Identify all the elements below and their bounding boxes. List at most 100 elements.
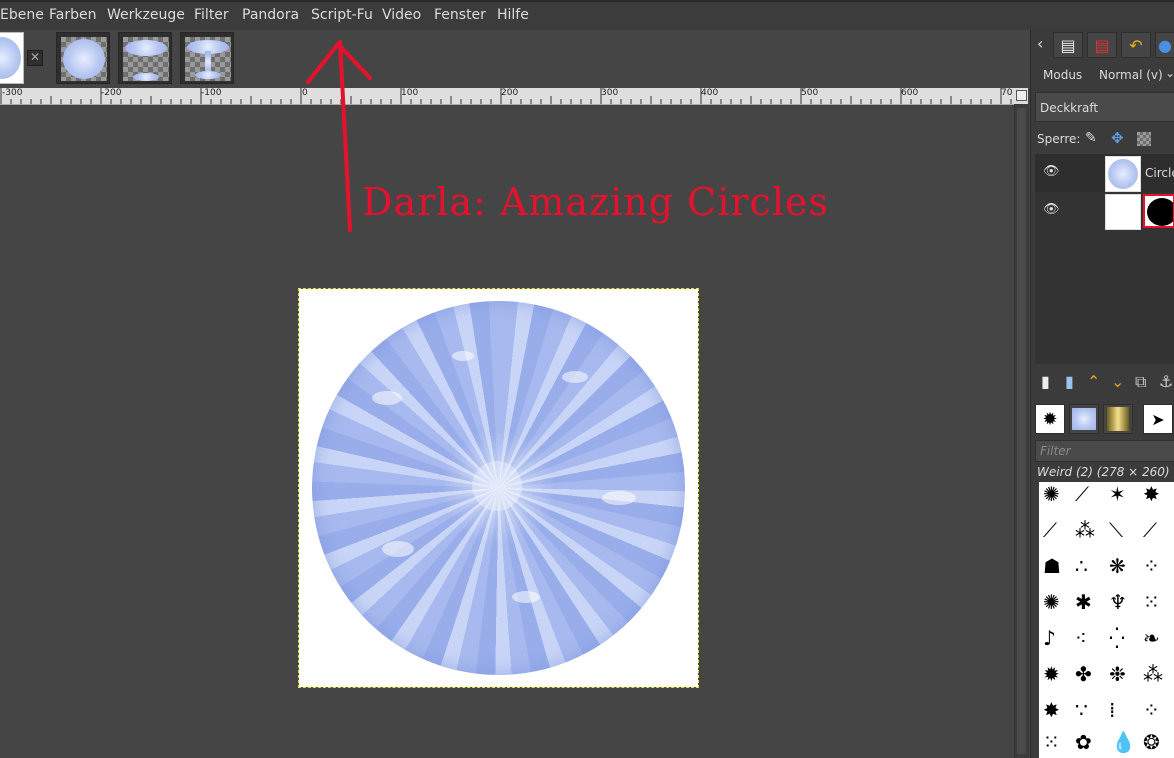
ruler-label: 100 (401, 88, 419, 98)
ruler-label: 600 (901, 88, 919, 98)
brush-item[interactable]: ✶ (1109, 482, 1126, 506)
brush-item[interactable]: ♪ (1043, 626, 1056, 650)
menu-werkzeuge[interactable]: Werkzeuge (107, 7, 185, 23)
pointer-icon: ➤ (1151, 409, 1165, 429)
brush-item[interactable]: ⁂ (1075, 518, 1095, 542)
menu-ebene[interactable]: Ebene (0, 7, 44, 23)
layer-row[interactable]: 👁 (1035, 192, 1174, 230)
brush-item[interactable]: ✱ (1075, 590, 1092, 614)
tab-channels[interactable]: ▤ (1087, 32, 1117, 58)
brush-item[interactable]: ⁛ (1109, 626, 1125, 650)
brush-item[interactable]: ✸ (1043, 698, 1060, 722)
image-tab-pedestal[interactable] (180, 32, 234, 84)
tab-gradients[interactable] (1103, 404, 1133, 434)
gradient-icon (1107, 407, 1129, 431)
dock-scroll-left-icon[interactable]: ‹ (1037, 34, 1043, 53)
brush-item[interactable]: ⁞ (1109, 698, 1115, 722)
brush-item[interactable]: ⁂ (1143, 662, 1163, 686)
menu-script-fu[interactable]: Script-Fu (311, 7, 373, 23)
duplicate-layer-icon[interactable]: ⧉ (1135, 372, 1146, 392)
brush-item[interactable]: ⟍ (1109, 518, 1123, 542)
brush-item[interactable]: ⟋ (1043, 518, 1057, 542)
new-group-icon[interactable]: ▮ (1065, 372, 1074, 391)
brush-item[interactable]: ❋ (1109, 554, 1126, 578)
image-tabs: ✕ (0, 30, 1030, 88)
layer-mask-thumbnail[interactable] (1143, 194, 1174, 228)
lock-label: Sperre: (1037, 132, 1081, 146)
circle-thumbnail (0, 37, 21, 79)
tab-brushes[interactable]: ✹ (1035, 404, 1065, 434)
eye-icon[interactable]: 👁 (1043, 164, 1060, 179)
eye-icon[interactable]: 👁 (1043, 202, 1060, 217)
brush-item[interactable]: ⟋ (1075, 482, 1089, 506)
brush-icon: ✹ (1042, 408, 1058, 430)
new-layer-icon[interactable]: ▮ (1041, 372, 1050, 391)
image-tab-ellipses[interactable] (118, 32, 172, 84)
menu-fenster[interactable]: Fenster (434, 7, 486, 23)
amazing-circle-artwork (312, 301, 685, 675)
undo-icon: ↶ (1129, 35, 1143, 55)
brush-item[interactable]: ☗ (1043, 554, 1061, 578)
menu-hilfe[interactable]: Hilfe (497, 7, 529, 23)
brush-item[interactable]: ♆ (1109, 590, 1127, 614)
brush-item[interactable]: 💧 (1111, 730, 1136, 754)
ruler-label: -300 (2, 88, 23, 98)
brush-item[interactable]: ❧ (1143, 626, 1160, 650)
vertical-scrollbar[interactable] (1014, 104, 1029, 758)
opacity-label: Deckkraft (1040, 101, 1099, 115)
tab-undo-history[interactable]: ↶ (1121, 32, 1151, 58)
brush-grid[interactable]: ✺ ⟋ ✶ ✸ ⟋ ⁂ ⟍ ⟋ ☗ ∴ ❋ ⁘ ✺ ✱ ♆ ⁙ ♪ ⁖ ⁛ ❧ … (1039, 482, 1174, 758)
brush-item[interactable]: ∵ (1075, 698, 1088, 722)
tab-layers[interactable]: ▤ (1053, 32, 1083, 58)
brush-item[interactable]: ⟋ (1143, 518, 1157, 542)
ruler-label: -200 (101, 88, 122, 98)
tab-extra[interactable]: ● (1155, 32, 1174, 58)
brush-item[interactable]: ✸ (1143, 482, 1160, 506)
brush-item[interactable]: ⁙ (1043, 730, 1060, 754)
brush-item[interactable]: ✺ (1043, 590, 1060, 614)
brush-tabs: ✹ ➤ (1035, 404, 1174, 438)
lower-layer-icon[interactable]: ⌄ (1111, 372, 1124, 391)
layer-row[interactable]: 👁 Circle (1035, 154, 1174, 192)
menubar: Ebene Farben Werkzeuge Filter Pandora Sc… (0, 0, 1174, 30)
image-tab-active[interactable] (0, 32, 24, 84)
scrollbar-track[interactable] (1017, 108, 1026, 754)
brush-item[interactable]: ⁖ (1075, 626, 1087, 650)
tab-tool-presets[interactable]: ➤ (1143, 404, 1173, 434)
brush-item[interactable]: ❉ (1109, 662, 1126, 686)
tab-patterns[interactable] (1069, 404, 1099, 434)
zoom-corner-button[interactable] (1014, 88, 1028, 104)
image-canvas[interactable] (298, 288, 699, 688)
image-tab-circle[interactable] (56, 32, 110, 84)
brush-filter-input[interactable]: Filter (1035, 440, 1174, 462)
ruler-label: 300 (601, 88, 619, 98)
brush-item[interactable]: ⁘ (1143, 698, 1160, 722)
menu-pandora[interactable]: Pandora (242, 7, 299, 23)
horizontal-ruler[interactable]: -300 -200 -100 0 100 200 300 400 500 600… (0, 88, 1014, 105)
mode-select[interactable]: Normal (v) ⌄ (1095, 62, 1174, 88)
mode-label: Modus (1043, 68, 1083, 82)
annotation-text: Darla: Amazing Circles (362, 180, 829, 224)
brush-item[interactable]: ✤ (1075, 662, 1092, 686)
opacity-slider[interactable]: Deckkraft (1035, 92, 1174, 122)
anchor-layer-icon[interactable]: ⚓ (1159, 372, 1173, 391)
ruler-label: -100 (201, 88, 222, 98)
lock-pixels-icon[interactable]: ✎ (1085, 130, 1097, 146)
brush-item[interactable]: ⁙ (1143, 590, 1160, 614)
menu-farben[interactable]: Farben (49, 7, 96, 23)
brush-item[interactable]: ✹ (1043, 662, 1060, 686)
layer-name[interactable]: Circle (1145, 166, 1174, 180)
brush-item[interactable]: ❂ (1143, 730, 1160, 754)
menu-video[interactable]: Video (382, 7, 421, 23)
lock-position-icon[interactable]: ✥ (1111, 129, 1124, 147)
brush-info: Weird (2) (278 × 260) (1037, 465, 1170, 479)
close-tab-icon[interactable]: ✕ (27, 50, 43, 66)
lock-alpha-icon[interactable] (1137, 130, 1151, 146)
brush-item[interactable]: ⁘ (1143, 554, 1160, 578)
brush-item[interactable]: ✺ (1043, 482, 1060, 506)
brush-item[interactable]: ✿ (1075, 730, 1092, 754)
layers-icon: ▤ (1060, 35, 1076, 55)
raise-layer-icon[interactable]: ⌃ (1087, 372, 1100, 391)
menu-filter[interactable]: Filter (194, 7, 229, 23)
brush-item[interactable]: ∴ (1075, 554, 1088, 578)
